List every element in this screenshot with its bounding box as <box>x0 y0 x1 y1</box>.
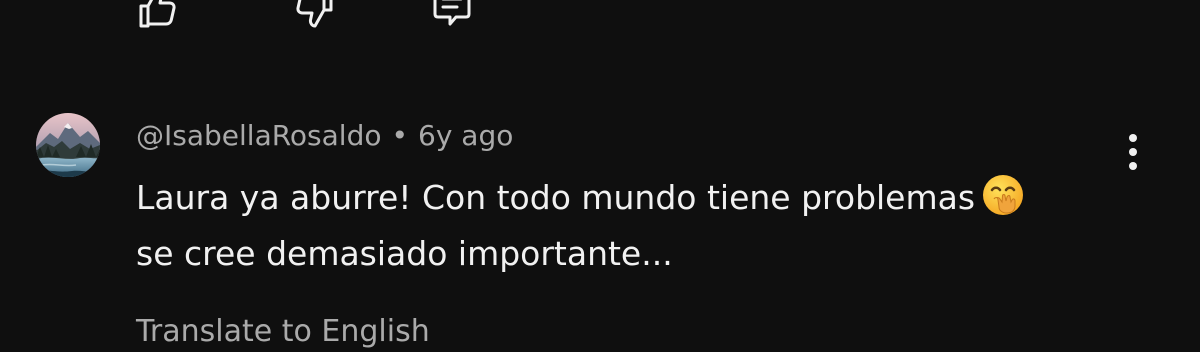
comment-action-bar <box>0 0 1200 38</box>
comment-age: 6y ago <box>418 119 514 152</box>
comment-menu-button[interactable] <box>1113 124 1153 180</box>
reply-button[interactable] <box>426 0 478 34</box>
translate-button[interactable]: Translate to English <box>136 312 430 352</box>
avatar-image <box>36 113 100 177</box>
comment-text-line2: se cree demasiado importante... <box>136 234 673 273</box>
more-vertical-icon <box>1129 134 1137 170</box>
comment-text-line1: Laura ya aburre! Con todo mundo tiene pr… <box>136 178 976 217</box>
like-button[interactable] <box>131 0 183 34</box>
comment-icon <box>433 0 471 26</box>
comment-meta: @IsabellaRosaldo • 6y ago <box>136 116 513 156</box>
comment-text: Laura ya aburre! Con todo mundo tiene pr… <box>136 170 1116 282</box>
meta-separator: • <box>391 119 408 152</box>
dislike-button[interactable] <box>289 0 341 34</box>
thumb-up-icon <box>139 0 176 28</box>
thumb-down-icon <box>296 0 333 28</box>
avatar[interactable] <box>36 113 100 177</box>
author-handle[interactable]: @IsabellaRosaldo <box>136 119 381 152</box>
face-with-hand-over-mouth-icon <box>981 173 1025 217</box>
